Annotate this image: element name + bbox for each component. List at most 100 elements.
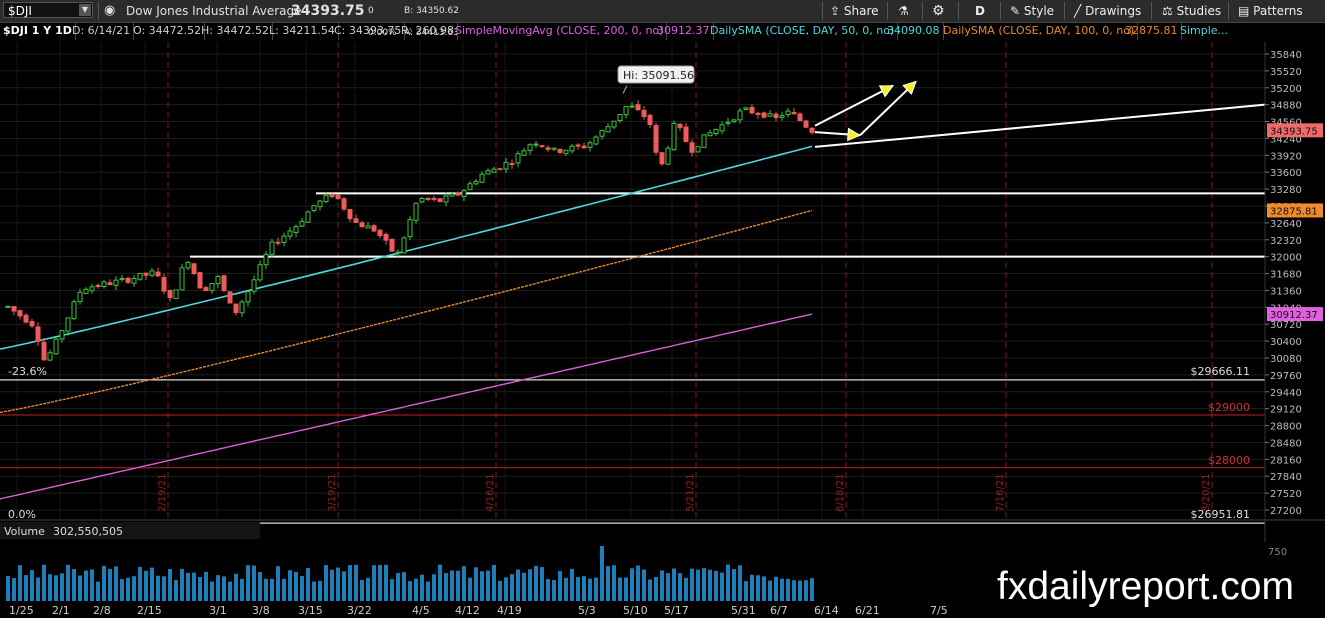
price-tick-label: 29760: [1270, 371, 1302, 382]
price-chart[interactable]: 2/19/21 3/19/21 4/16/21 5/21/21 6/18/21 7/16/…: [0, 42, 1325, 618]
volume-bar: [528, 569, 532, 602]
gear-icon[interactable]: ⚙: [932, 0, 945, 22]
info-icon[interactable]: ◉: [104, 0, 115, 22]
style-button[interactable]: ✎ Style: [1010, 0, 1054, 22]
candle-body: [791, 112, 797, 115]
candle-body: [269, 241, 275, 255]
volume-bar: [498, 580, 502, 602]
candle-body: [251, 279, 257, 292]
volume-bar: [270, 578, 274, 602]
volume-bar: [426, 581, 430, 602]
period-marker-label: 3/19/21: [327, 473, 338, 512]
volume-bar: [810, 578, 814, 602]
candle-body: [377, 229, 383, 237]
volume-bar: [744, 581, 748, 602]
volume-bar: [390, 579, 394, 602]
time-axis-label: 4/12: [455, 604, 480, 617]
volume-bar: [552, 580, 556, 602]
separator: [1064, 2, 1065, 20]
volume-bar: [738, 565, 742, 602]
volume-bar: [798, 580, 802, 602]
aggregation-button[interactable]: D: [975, 0, 985, 22]
volume-bar: [462, 566, 466, 602]
volume-bar: [348, 565, 352, 602]
candle-body: [11, 306, 17, 312]
flask-icon[interactable]: ⚗: [898, 0, 909, 22]
studies-button[interactable]: ⚖ Studies: [1162, 0, 1221, 22]
chart-title[interactable]: $DJI 1 Y 1D: [0, 22, 76, 40]
volume-bar: [726, 564, 730, 602]
volume-bar: [342, 571, 346, 602]
volume-bar: [174, 580, 178, 602]
price-tick-label: 34880: [1270, 101, 1302, 112]
volume-bar: [750, 574, 754, 602]
candle-body: [101, 281, 107, 288]
candle-body: [365, 225, 371, 229]
symbol-input[interactable]: $DJI ▼: [3, 2, 93, 18]
volume-bar: [666, 573, 670, 602]
studies-icon: ⚖: [1162, 4, 1173, 18]
share-label: Share: [843, 4, 879, 18]
time-axis-label: 6/7: [770, 604, 788, 617]
volume-bar: [714, 570, 718, 602]
candle-body: [443, 195, 449, 203]
volume-bar: [474, 567, 478, 602]
time-axis-label: 3/22: [347, 604, 372, 617]
volume-bar: [672, 568, 676, 602]
candle-body: [125, 277, 131, 283]
period-marker-label: 2/19/21: [157, 473, 168, 512]
time-axis-label: 3/15: [298, 604, 323, 617]
volume-bar: [186, 572, 190, 602]
volume-bar: [774, 576, 778, 602]
moving-averages: [0, 145, 813, 500]
candle-body: [371, 225, 377, 232]
volume-bar: [24, 575, 28, 602]
candle-body: [713, 128, 719, 135]
time-axis-label: 2/1: [52, 604, 70, 617]
time-axis-label: 4/19: [497, 604, 522, 617]
price-tick-label: 31680: [1270, 270, 1302, 281]
volume-bar: [360, 579, 364, 602]
candle-body: [599, 130, 605, 137]
share-button[interactable]: ⇪ Share: [830, 0, 879, 22]
candle-body: [293, 226, 299, 233]
volume-bar: [558, 571, 562, 602]
change-abs: 0: [368, 6, 374, 16]
volume-bar: [564, 577, 568, 602]
separator: [887, 2, 888, 20]
price-level-value: $28000: [1208, 454, 1250, 467]
drawings-button[interactable]: ╱ Drawings: [1074, 0, 1141, 22]
candle-body: [41, 341, 47, 361]
candle-body: [143, 272, 149, 276]
volume-bar: [624, 577, 628, 602]
volume-bar: [324, 564, 328, 602]
price-tick-label: 35520: [1270, 67, 1302, 78]
volume-bar: [690, 568, 694, 602]
sma200-label[interactable]: SimpleMovingAvg (CLOSE, 200, 0, no): [452, 22, 668, 40]
time-axis[interactable]: 1/25 2/1 2/8 2/15 3/1 3/8 3/15 3/22 4/5 4/12 4/19 5…: [0, 601, 966, 618]
candle-body: [449, 193, 455, 197]
time-axis-label: 5/31: [731, 604, 756, 617]
volume-bar: [192, 572, 196, 602]
more-studies[interactable]: Simple...: [1177, 22, 1231, 40]
period-marker-label: 8/20/21: [1201, 473, 1212, 512]
candle-body: [23, 314, 29, 323]
candle-body: [743, 107, 749, 110]
chevron-down-icon[interactable]: ▼: [79, 4, 91, 16]
candle-body: [191, 263, 197, 275]
sma50-label[interactable]: DailySMA (CLOSE, DAY, 50, 0, no): [707, 22, 899, 40]
time-axis-label: 5/10: [623, 604, 648, 617]
price-axis[interactable]: 3584035520352003488034560342403392033600…: [1264, 42, 1325, 542]
volume-bar: [132, 576, 136, 602]
patterns-button[interactable]: ▤ Patterns: [1238, 0, 1303, 22]
candle-body: [185, 261, 191, 269]
candle-body: [77, 291, 83, 303]
volume-bar: [636, 565, 640, 602]
style-label: Style: [1023, 4, 1055, 18]
fib-level-value: $29666.11: [1191, 365, 1251, 378]
candle-body: [491, 168, 497, 173]
price-tick-label: 30080: [1270, 354, 1302, 365]
sma100-label[interactable]: DailySMA (CLOSE, DAY, 100, 0, no): [940, 22, 1139, 40]
volume-bar: [60, 573, 64, 602]
candle-body: [581, 145, 587, 149]
